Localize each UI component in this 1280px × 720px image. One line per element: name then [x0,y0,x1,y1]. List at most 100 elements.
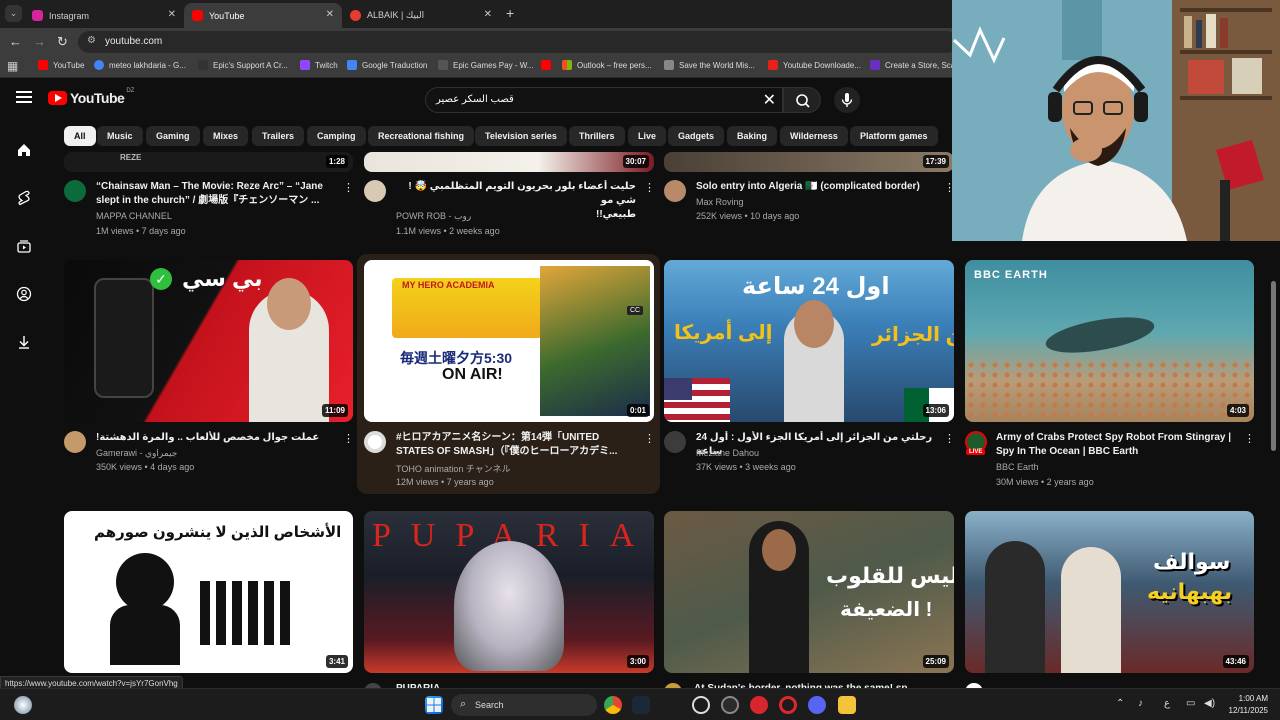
new-tab-button[interactable]: + [506,5,514,21]
voice-search-button[interactable] [834,87,860,113]
video-title[interactable]: Army of Crabs Protect Spy Robot From Sti… [996,431,1236,459]
video-thumbnail[interactable]: REZE 1:28 [64,152,353,172]
menu-icon[interactable] [16,91,32,103]
opera-gx-icon[interactable] [779,696,797,714]
channel-name[interactable]: POWR ROB - روب [396,211,471,222]
bookmark-item[interactable]: Youtube Downloade... [768,60,861,70]
reload-icon[interactable]: ↻ [57,34,68,50]
discord-icon[interactable] [808,696,826,714]
chip-all[interactable]: All [64,126,96,146]
video-title[interactable]: عملت جوال مخصص للألعاب .. والمرة الدهشتة… [96,431,336,445]
channel-name[interactable]: Gamerawi - جيمراوي [96,448,177,459]
chip-gaming[interactable]: Gaming [146,126,200,146]
tray-chevron-icon[interactable]: ⌃ [1116,698,1124,709]
taskbar-search[interactable]: ⌕ Search [451,694,597,716]
bookmark-item[interactable]: Create a Store, Scal [870,60,957,70]
chip-camping[interactable]: Camping [307,126,366,146]
video-thumbnail[interactable]: MY HERO ACADEMIA 毎週土曜夕方5:30 ON AIR! CC 0… [364,260,654,422]
more-options-icon[interactable]: ⋮ [644,181,655,194]
chip-trailers[interactable]: Trailers [252,126,305,146]
chip-gadgets[interactable]: Gadgets [668,126,725,146]
chatgpt-icon[interactable] [692,696,710,714]
bookmark-item[interactable]: meteo lakhdaria - G... [94,60,186,70]
more-options-icon[interactable]: ⋮ [343,181,354,194]
home-icon[interactable] [16,142,32,158]
video-thumbnail[interactable]: BBC EARTH 4:03 [965,260,1254,422]
taskbar-clock[interactable]: 1:00 AM 12/11/2025 [1218,693,1268,717]
shorts-icon[interactable] [16,190,32,206]
channel-avatar[interactable] [64,180,86,202]
more-options-icon[interactable]: ⋮ [644,432,655,445]
bookmark-item[interactable]: Outlook – free pers... [562,60,652,70]
chip-thrillers[interactable]: Thrillers [569,126,625,146]
video-title[interactable]: Solo entry into Algeria 🇩🇿 (complicated … [696,180,936,194]
chrome-icon[interactable] [604,696,622,714]
tab-search-icon[interactable]: ⌄ [5,5,22,22]
close-icon[interactable]: ✕ [168,9,176,20]
channel-name[interactable]: Meziane Dahou [696,448,759,458]
search-input[interactable]: قصب السكر عصير ✕ [425,87,783,113]
input-language[interactable]: ع [1164,698,1170,709]
chip-baking[interactable]: Baking [727,126,778,146]
steam-icon[interactable] [632,696,650,714]
video-thumbnail[interactable]: اول 24 ساعة من الجزائر إلى أمريكا 13:06 [664,260,954,422]
video-thumbnail[interactable]: 17:39 [664,152,954,172]
video-title[interactable]: “Chainsaw Man – The Movie: Reze Arc” – “… [96,180,336,208]
video-thumbnail[interactable]: الأشخاص الذين لا ينشرون صورهم 3:41 [64,511,353,673]
bookmark-item[interactable]: Epic Games Pay - W... [438,60,533,70]
microphone-tray-icon[interactable]: ♪ [1138,698,1143,709]
network-icon[interactable]: ▭ [1186,698,1195,709]
apps-grid-icon[interactable]: ▦ [7,59,18,73]
weather-icon[interactable] [14,696,32,714]
forward-arrow-icon[interactable]: → [33,34,46,49]
file-explorer-icon[interactable] [838,696,856,714]
channel-name[interactable]: TOHO animation チャンネル [396,462,511,475]
bookmark-item[interactable]: Epic's Support A Cr... [198,60,288,70]
channel-name[interactable]: MAPPA CHANNEL [96,211,172,221]
bookmark-item[interactable] [541,60,556,70]
chip-live[interactable]: Live [628,126,667,146]
video-thumbnail[interactable]: 30:07 [364,152,654,172]
tab-albaik[interactable]: ALBAIK | البيك ✕ [342,3,500,28]
search-query[interactable]: قصب السكر عصير [436,94,514,105]
chip-recreational-fishing[interactable]: Recreational fishing [368,126,475,146]
subscriptions-icon[interactable] [16,238,32,254]
scrollbar-thumb[interactable] [1271,281,1276,451]
video-thumbnail[interactable]: سوالف بهبهانيه 43:46 [965,511,1254,673]
channel-avatar[interactable] [664,431,686,453]
tab-instagram[interactable]: Instagram ✕ [24,3,184,28]
more-options-icon[interactable]: ⋮ [944,432,955,445]
chip-television-series[interactable]: Television series [475,126,567,146]
channel-name[interactable]: Max Roving [696,197,744,207]
volume-icon[interactable]: ◀) [1204,698,1215,709]
tab-youtube[interactable]: YouTube ✕ [184,3,342,28]
chip-mixes[interactable]: Mixes [203,126,249,146]
channel-avatar[interactable] [364,431,386,453]
url-text[interactable]: youtube.com [105,36,162,47]
clear-icon[interactable]: ✕ [763,90,776,110]
video-thumbnail[interactable]: ✓ بي سي 11:09 [64,260,353,422]
windows-start-icon[interactable] [425,696,443,714]
page-scrollbar[interactable] [1270,241,1277,687]
app-icon[interactable] [750,696,768,714]
youtube-logo[interactable]: YouTube DZ [48,88,134,106]
site-info-icon[interactable]: ⚙ [87,35,96,46]
obs-icon[interactable] [721,696,739,714]
bookmark-item[interactable]: Twitch [300,60,338,70]
video-title[interactable]: #ヒロアカアニメ名シーン：第14弾「UNITED STATES OF SMASH… [396,431,641,459]
video-thumbnail[interactable]: PUPARIA 3:00 [364,511,654,673]
close-icon[interactable]: ✕ [484,9,492,20]
video-thumbnail[interactable]: ليس للقلوب الضعيفة ! 25:09 [664,511,954,673]
chip-wilderness[interactable]: Wilderness [780,126,848,146]
channel-name[interactable]: BBC Earth [996,462,1039,472]
account-icon[interactable] [16,286,32,302]
bookmark-item[interactable]: YouTube [38,60,84,70]
bookmark-item[interactable]: Save the World Mis... [664,60,755,70]
more-options-icon[interactable]: ⋮ [343,432,354,445]
back-arrow-icon[interactable]: ← [9,34,22,49]
close-icon[interactable]: ✕ [326,9,334,20]
channel-avatar[interactable] [664,180,686,202]
search-button[interactable] [783,87,821,113]
chip-platform-games[interactable]: Platform games [850,126,938,146]
channel-avatar[interactable] [364,180,386,202]
